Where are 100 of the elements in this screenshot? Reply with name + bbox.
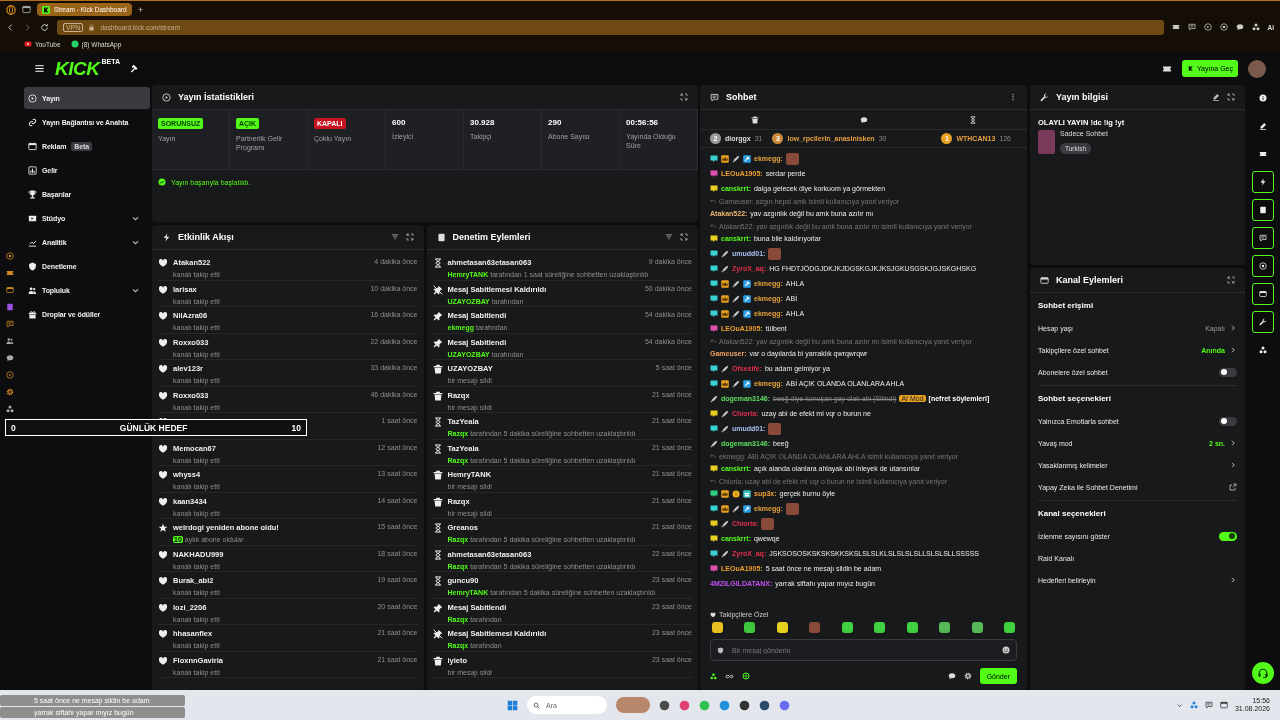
expand-icon[interactable] bbox=[680, 233, 688, 241]
app-icon[interactable] bbox=[659, 699, 670, 711]
chevron-right-icon bbox=[1229, 324, 1237, 332]
plus-circle-icon[interactable] bbox=[742, 672, 750, 680]
heart-icon bbox=[158, 364, 168, 374]
hourglass-icon[interactable] bbox=[968, 115, 977, 124]
chevron-right-icon bbox=[1229, 461, 1237, 469]
category-thumbnail bbox=[1038, 130, 1055, 154]
moderator-badge-icon bbox=[743, 279, 751, 288]
play-circle-icon[interactable] bbox=[6, 371, 14, 379]
trash-icon bbox=[432, 364, 443, 374]
play-circle-icon[interactable] bbox=[1203, 23, 1212, 31]
sword-badge-icon bbox=[721, 264, 729, 273]
emote-image[interactable] bbox=[971, 622, 983, 633]
app-icon[interactable] bbox=[739, 699, 750, 711]
wrench-icon bbox=[1040, 92, 1049, 102]
reload-icon[interactable] bbox=[40, 22, 49, 32]
speech-bubble-icon[interactable] bbox=[947, 672, 956, 680]
edit-icon bbox=[1258, 122, 1267, 130]
reply-icon bbox=[710, 198, 716, 204]
sidebar-tool-button[interactable] bbox=[1251, 255, 1274, 277]
crown-badge-icon bbox=[721, 489, 729, 498]
target-icon bbox=[1258, 262, 1267, 270]
trash-icon[interactable] bbox=[750, 115, 759, 124]
circles-icon[interactable] bbox=[1251, 23, 1260, 31]
emote-image[interactable] bbox=[744, 622, 756, 633]
hammer-icon[interactable] bbox=[130, 63, 140, 74]
target-icon[interactable] bbox=[6, 252, 14, 260]
square-icon[interactable] bbox=[6, 303, 14, 311]
chat-app-icon bbox=[70, 40, 79, 48]
avatar[interactable] bbox=[1248, 59, 1266, 78]
back-icon[interactable] bbox=[6, 22, 15, 32]
chat-icon[interactable] bbox=[6, 320, 14, 328]
expand-icon[interactable] bbox=[405, 233, 414, 241]
speech-bubble-icon[interactable] bbox=[6, 354, 14, 362]
lightning-icon bbox=[162, 232, 171, 242]
moderator-badge-icon bbox=[743, 504, 751, 513]
widget-thumbnail[interactable] bbox=[616, 697, 650, 713]
emote-image[interactable] bbox=[776, 622, 788, 633]
people-icon[interactable] bbox=[6, 337, 14, 345]
card-icon[interactable] bbox=[6, 286, 14, 294]
speech-bubble-icon[interactable] bbox=[1235, 23, 1244, 31]
toggle-switch[interactable] bbox=[1219, 416, 1237, 426]
sword-badge-icon bbox=[721, 519, 729, 528]
circles-icon[interactable] bbox=[710, 672, 717, 680]
crown-badge-icon bbox=[721, 504, 729, 513]
sidebar-tool-button[interactable] bbox=[1251, 311, 1274, 333]
emoji-icon[interactable] bbox=[1002, 646, 1010, 654]
expand-icon[interactable] bbox=[1227, 93, 1235, 101]
expand-icon[interactable] bbox=[680, 93, 688, 101]
toggle-switch[interactable] bbox=[1219, 367, 1237, 377]
expand-icon[interactable] bbox=[1227, 276, 1235, 284]
crown-badge-icon bbox=[721, 309, 729, 318]
emote-image[interactable] bbox=[712, 622, 723, 633]
emote-image[interactable] bbox=[874, 622, 886, 633]
settings-icon[interactable] bbox=[6, 388, 14, 396]
lightning-icon bbox=[1258, 178, 1267, 186]
toggle-switch[interactable] bbox=[1219, 531, 1237, 541]
chevron-right-icon bbox=[1229, 439, 1237, 447]
goal-title: GÜNLÜK HEDEF bbox=[119, 422, 188, 433]
speech-bubble-icon[interactable] bbox=[859, 115, 868, 124]
heart-icon bbox=[158, 311, 168, 321]
chat-icon[interactable] bbox=[1204, 701, 1213, 709]
video-icon bbox=[28, 213, 37, 223]
menu-icon[interactable] bbox=[34, 63, 45, 74]
sword-badge-icon bbox=[721, 364, 729, 373]
emote-image[interactable] bbox=[841, 622, 853, 633]
sidebar-tool-button[interactable] bbox=[1251, 171, 1274, 193]
new-tab-button[interactable]: + bbox=[138, 4, 144, 15]
sidebar-tool-button[interactable] bbox=[1251, 227, 1274, 249]
heart-icon bbox=[158, 655, 168, 666]
emote-image[interactable] bbox=[906, 622, 918, 633]
window-icon[interactable] bbox=[1219, 701, 1228, 709]
gift-icon bbox=[28, 309, 37, 319]
heart-icon bbox=[158, 284, 168, 295]
app-icon[interactable] bbox=[759, 699, 770, 711]
moderator-badge-icon bbox=[743, 294, 751, 303]
pin-icon bbox=[432, 337, 443, 348]
emote-image[interactable] bbox=[1003, 622, 1015, 633]
ticket-icon[interactable] bbox=[6, 269, 14, 277]
heart-icon bbox=[710, 611, 716, 618]
play-circle-icon bbox=[162, 92, 171, 102]
ticket-icon[interactable] bbox=[1171, 23, 1180, 31]
heart-icon bbox=[158, 576, 168, 586]
window-icon[interactable] bbox=[22, 5, 31, 14]
sword-badge-icon bbox=[732, 154, 740, 163]
emote-image[interactable] bbox=[939, 622, 951, 633]
support-button[interactable] bbox=[1251, 662, 1274, 684]
sidebar-tool-button[interactable] bbox=[1251, 199, 1274, 221]
four-squares-icon[interactable] bbox=[507, 699, 518, 711]
circles-icon[interactable] bbox=[6, 405, 14, 413]
edit-icon[interactable] bbox=[1212, 93, 1220, 101]
sidebar-tool-button[interactable] bbox=[1251, 283, 1274, 305]
logo[interactable]: KICK bbox=[55, 57, 100, 80]
target-icon[interactable] bbox=[1219, 23, 1228, 31]
browser-logo-icon[interactable] bbox=[6, 4, 16, 15]
section-heading: Sohbet erişimi bbox=[1038, 299, 1095, 312]
section-heading: Sohbet seçenekleri bbox=[1038, 392, 1112, 405]
more-icon[interactable] bbox=[1009, 93, 1017, 101]
sword-badge-icon bbox=[732, 309, 740, 318]
